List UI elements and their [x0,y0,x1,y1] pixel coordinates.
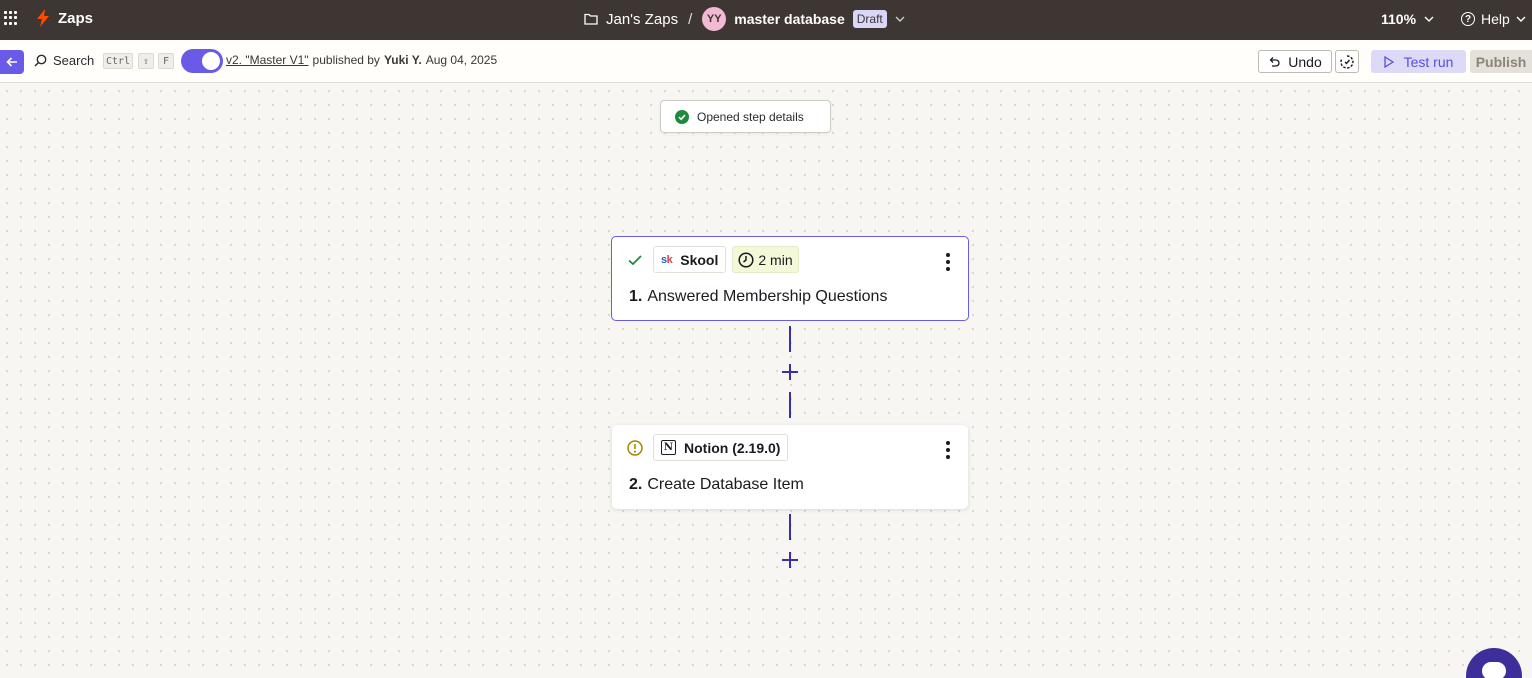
back-button[interactable] [0,50,24,74]
zap-bolt-icon [37,9,49,27]
toast-message: Opened step details [697,109,804,124]
arrow-left-icon [6,57,17,67]
owner-avatar: YY [702,7,727,31]
zoom-level: 110% [1381,11,1417,27]
warning-icon [627,439,643,456]
step-title: 2. Create Database Item [629,476,804,494]
status-badge: Draft [852,10,887,28]
help-label: Help [1481,11,1510,27]
connector-line [789,326,791,352]
test-run-button[interactable]: Test run [1371,50,1466,73]
clock-icon [738,251,754,268]
step-header: N Notion (2.19.0) [627,434,789,461]
history-icon [1340,54,1354,69]
zap-on-toggle[interactable] [181,49,223,73]
shortcut-key-shift: ⇧ [138,53,154,69]
help-menu[interactable]: ? Help [1461,11,1526,27]
connector-line [789,392,791,418]
breadcrumb-folder[interactable]: Jan's Zaps [606,11,678,28]
app-name: Notion (2.19.0) [684,439,781,456]
step-title: 1. Answered Membership Questions [629,288,887,306]
toast-notification: Opened step details [660,100,831,133]
skool-logo-icon: sk [661,253,673,266]
publisher-name: Yuki Y. [383,53,422,67]
undo-button[interactable]: Undo [1258,50,1332,73]
chevron-down-icon[interactable] [895,16,905,22]
step-event: Answered Membership Questions [647,288,888,305]
step-menu-icon[interactable] [946,441,950,459]
app-name: Zaps [58,9,94,27]
publish-button[interactable]: Publish [1470,50,1532,73]
step-menu-icon[interactable] [946,253,950,271]
shortcut-key-f: F [158,53,174,69]
published-by-text: published by [312,53,380,67]
undo-icon [1269,56,1280,67]
add-step-plus-icon[interactable] [781,363,799,381]
app-chip-notion: N Notion (2.19.0) [653,434,789,461]
chevron-down-icon [1424,16,1434,22]
polling-interval-badge: 2 min [732,246,799,273]
step-event: Create Database Item [647,476,804,493]
step-number: 2. [629,476,643,493]
step-card-trigger[interactable]: sk Skool 2 min 1. Answered Membership Qu… [611,236,969,321]
shortcut-key-ctrl: Ctrl [103,53,133,69]
app-chip-skool: sk Skool [653,246,727,273]
checkmark-icon [628,254,642,265]
step-header: sk Skool 2 min [627,246,799,273]
version-info: v2. "Master V1" published by Yuki Y. Aug… [226,53,497,67]
breadcrumb-separator: / [688,10,693,28]
breadcrumb: Jan's Zaps / YY master database Draft [584,7,905,31]
workflow-canvas[interactable]: Opened step details sk Skool 2 min 1. An… [0,84,1532,678]
app-name: Skool [680,251,719,268]
search-icon [34,54,47,67]
publish-date: Aug 04, 2025 [425,53,498,67]
check-circle-icon [675,109,689,124]
zap-name[interactable]: master database [734,11,845,27]
polling-interval: 2 min [758,251,793,268]
editor-toolbar: Search Ctrl ⇧ F v2. "Master V1" publishe… [0,40,1532,83]
folder-icon [584,13,598,25]
publish-label: Publish [1475,53,1527,70]
zoom-dropdown[interactable]: 110% [1381,11,1434,27]
add-step-plus-icon[interactable] [781,551,799,569]
search-label: Search [53,53,95,68]
top-bar: Zaps Jan's Zaps / YY master database Dra… [0,0,1532,40]
step-number: 1. [629,288,643,305]
notion-logo-icon: N [661,440,676,455]
version-history-button[interactable] [1335,50,1359,73]
search-button[interactable]: Search [34,53,94,68]
app-grid-icon[interactable] [4,11,18,25]
chevron-down-icon [1516,16,1526,22]
step-card-action[interactable]: N Notion (2.19.0) 2. Create Database Ite… [612,425,968,509]
help-icon: ? [1461,12,1475,26]
zaps-home-link[interactable]: Zaps [36,9,93,27]
undo-label: Undo [1288,53,1322,70]
connector-line [789,514,791,540]
version-link[interactable]: v2. "Master V1" [226,53,309,67]
test-run-label: Test run [1403,53,1454,70]
play-icon [1383,55,1394,68]
